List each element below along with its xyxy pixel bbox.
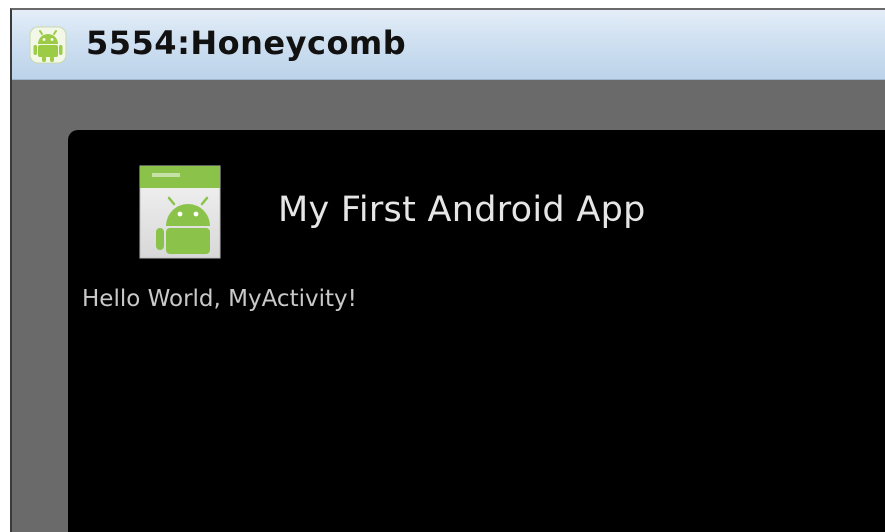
background-strip [0,0,885,8]
device-screen[interactable]: My First Android App Hello World, MyActi… [68,130,885,532]
emulator-frame: My First Android App Hello World, MyActi… [12,80,885,532]
emulator-window: 5554:Honeycomb My First Android App Hell… [10,8,885,532]
window-titlebar[interactable]: 5554:Honeycomb [12,10,885,80]
app-title: My First Android App [278,190,646,230]
android-robot-icon [28,25,68,65]
android-app-launcher-icon [138,164,222,260]
window-title: 5554:Honeycomb [86,24,407,62]
hello-world-text: Hello World, MyActivity! [82,286,357,312]
